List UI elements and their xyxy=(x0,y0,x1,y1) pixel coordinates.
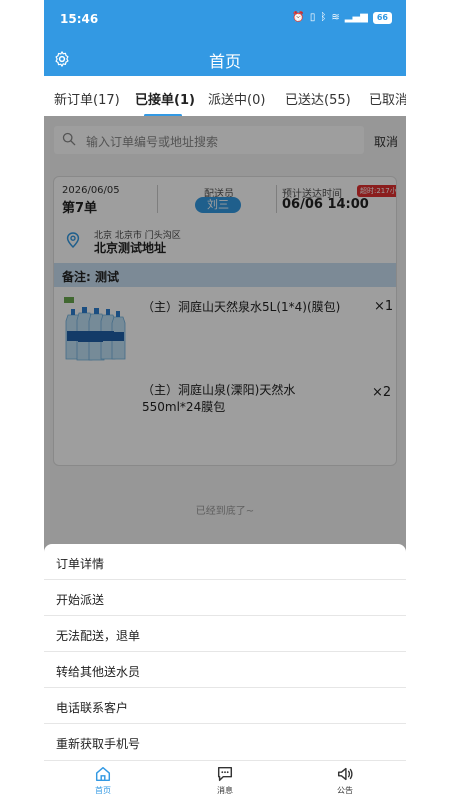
action-label: 无法配送，退单 xyxy=(56,629,141,643)
tab-new-orders[interactable]: 新订单(17) xyxy=(54,89,120,108)
signal-icon: ▂▄▆ xyxy=(344,12,368,23)
battery-icon: 66 xyxy=(372,12,392,24)
status-time: 15:46 xyxy=(60,12,99,26)
bottom-nav: 首页 消息 公告 xyxy=(44,760,406,800)
speaker-icon xyxy=(337,767,353,781)
action-label: 订单详情 xyxy=(56,557,105,571)
status-icons: ⏰ ▯ ᛒ ≋ ▂▄▆ 66 xyxy=(292,12,392,24)
home-icon xyxy=(95,766,111,782)
nav-label: 首页 xyxy=(95,786,111,795)
order-tabs: 新订单(17) 已接单(1) 派送中(0) 已送达(55) 已取消 xyxy=(44,76,406,117)
alarm-icon: ⏰ xyxy=(292,12,305,23)
action-label: 电话联系客户 xyxy=(56,701,129,715)
action-start-delivery[interactable]: 开始派送 xyxy=(44,580,406,616)
action-order-details[interactable]: 订单详情 xyxy=(44,544,406,580)
action-call-customer[interactable]: 电话联系客户 xyxy=(44,688,406,724)
app-header: 15:46 ⏰ ▯ ᛒ ≋ ▂▄▆ 66 首页 xyxy=(44,0,406,76)
action-label: 转给其他送水员 xyxy=(56,665,141,679)
nav-label: 公告 xyxy=(337,786,353,795)
action-label: 重新获取手机号 xyxy=(56,737,141,751)
vibrate-icon: ▯ xyxy=(309,12,316,23)
tab-cancelled[interactable]: 已取消 xyxy=(369,89,406,108)
tab-delivering[interactable]: 派送中(0) xyxy=(208,89,265,108)
nav-messages[interactable]: 消息 xyxy=(200,763,250,799)
app-frame: 15:46 ⏰ ▯ ᛒ ≋ ▂▄▆ 66 首页 新订单(17) 已接单(1) 派… xyxy=(44,0,406,800)
tab-accepted[interactable]: 已接单(1) xyxy=(135,89,195,108)
message-icon xyxy=(217,766,233,782)
action-return-order[interactable]: 无法配送，退单 xyxy=(44,616,406,652)
tab-delivered[interactable]: 已送达(55) xyxy=(285,89,351,108)
action-transfer-courier[interactable]: 转给其他送水员 xyxy=(44,652,406,688)
status-bar: 15:46 ⏰ ▯ ᛒ ≋ ▂▄▆ 66 xyxy=(44,0,406,40)
nav-home[interactable]: 首页 xyxy=(78,763,128,799)
action-refresh-phone[interactable]: 重新获取手机号 xyxy=(44,724,406,760)
bluetooth-icon: ᛒ xyxy=(320,12,327,23)
nav-label: 消息 xyxy=(217,786,233,795)
action-label: 开始派送 xyxy=(56,593,105,607)
page-title: 首页 xyxy=(208,52,241,71)
wifi-icon: ≋ xyxy=(331,12,340,23)
nav-announcements[interactable]: 公告 xyxy=(320,763,370,799)
action-sheet: 订单详情 开始派送 无法配送，退单 转给其他送水员 电话联系客户 重新获取手机号 xyxy=(44,544,406,760)
